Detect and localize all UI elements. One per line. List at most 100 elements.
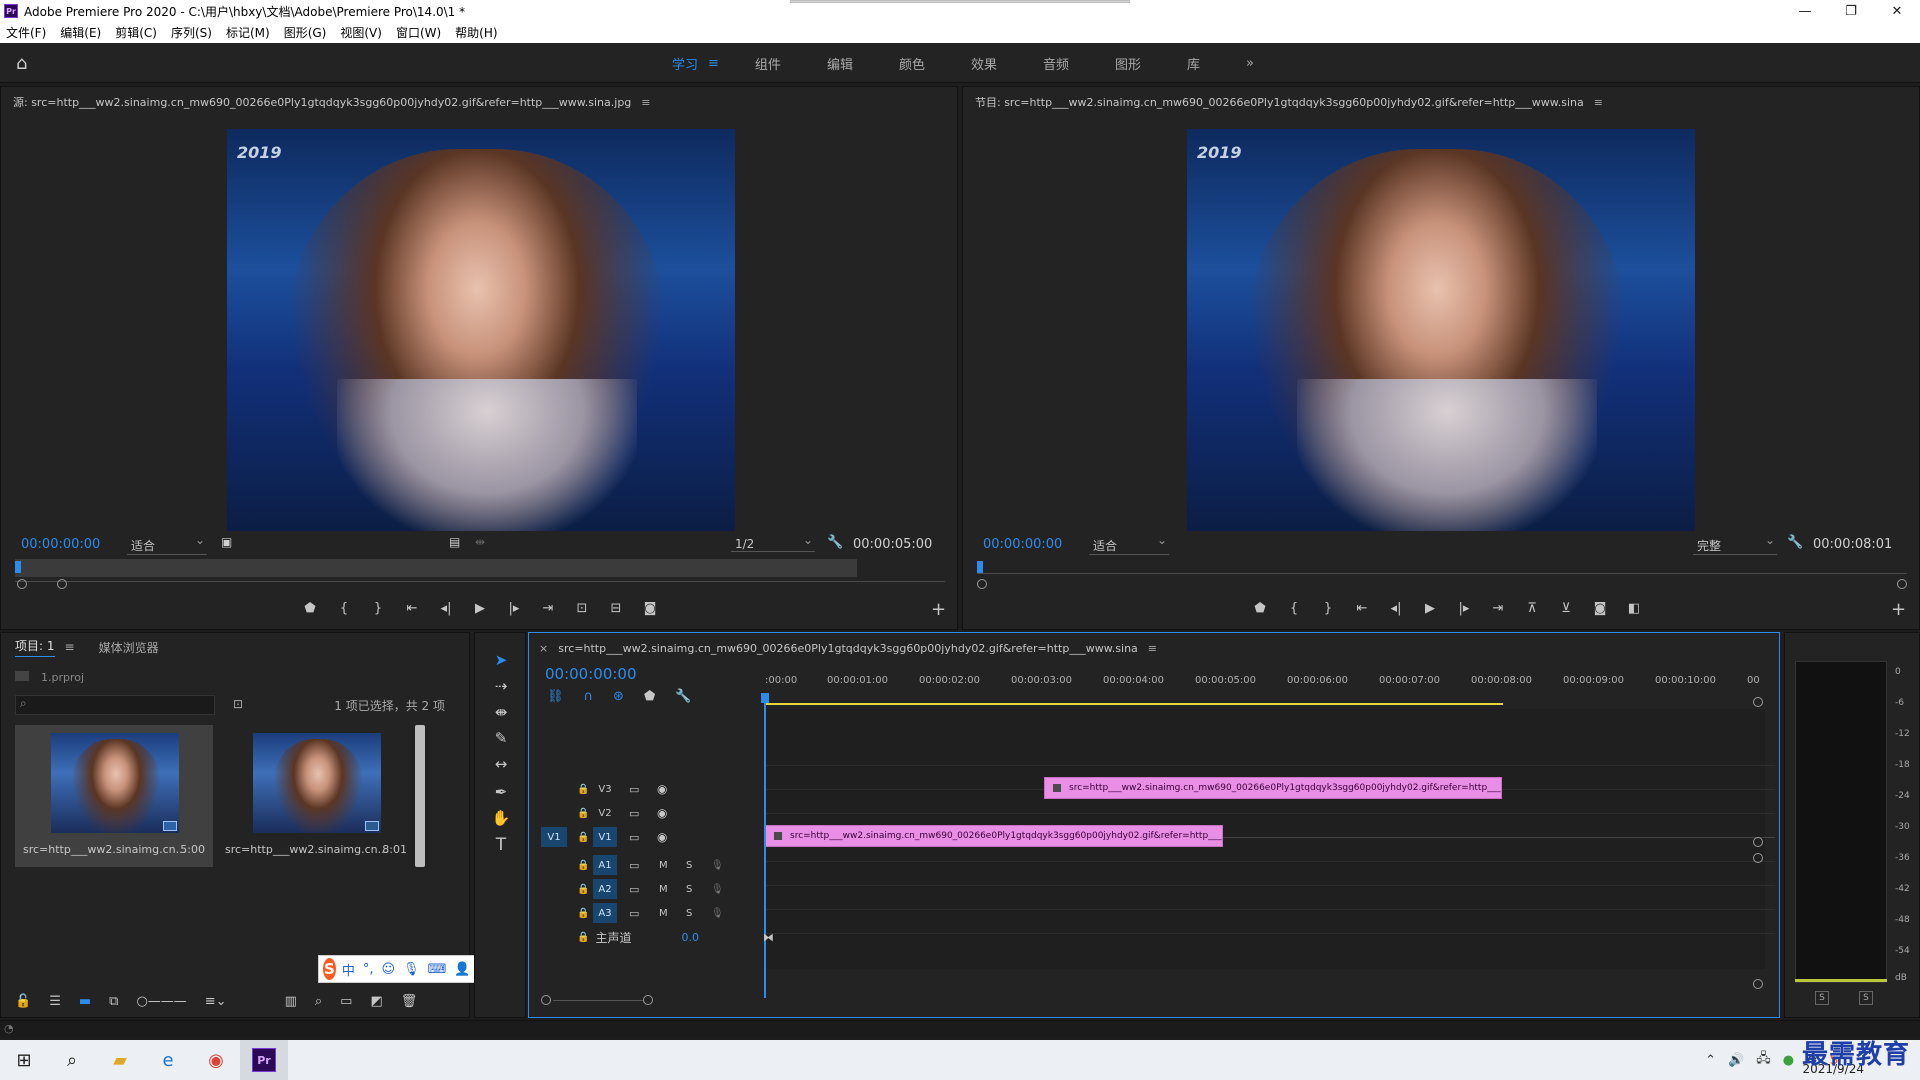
home-icon[interactable]: ⌂ <box>16 53 38 74</box>
lock-track-icon[interactable]: 🔒 <box>577 832 589 843</box>
track-select-tool-icon[interactable]: ⇢ <box>489 677 513 699</box>
slip-tool-icon[interactable]: ↔ <box>489 755 513 777</box>
type-tool-icon[interactable]: T <box>489 835 513 857</box>
ripple-edit-tool-icon[interactable]: ⇼ <box>489 703 513 725</box>
source-zoom-select[interactable]: 适合 <box>127 533 207 555</box>
safe-margins-icon[interactable]: ▣ <box>221 535 232 549</box>
mark-in-icon[interactable]: { <box>1287 601 1301 616</box>
freeform-view-icon[interactable]: ⧉ <box>109 994 118 1009</box>
workspace-tab-graphics[interactable]: 图形 <box>1115 54 1141 73</box>
sync-lock-icon[interactable]: ▭ <box>629 783 639 796</box>
maximize-button[interactable]: ❐ <box>1828 0 1874 22</box>
sync-lock-icon[interactable]: ▭ <box>629 807 639 820</box>
network-icon[interactable]: 🖧 <box>1756 1049 1771 1071</box>
sort-icon[interactable]: ≡⌄ <box>205 994 227 1009</box>
edge-browser-icon[interactable]: e <box>144 1040 192 1080</box>
close-button[interactable]: ✕ <box>1874 0 1920 22</box>
emoji-icon[interactable]: ☺ <box>381 962 395 977</box>
panel-menu-icon[interactable]: ≡ <box>1148 642 1157 655</box>
go-to-in-icon[interactable]: ⇤ <box>1355 601 1369 616</box>
track-name[interactable]: V3 <box>593 779 617 799</box>
step-forward-icon[interactable]: |▸ <box>507 601 521 616</box>
microphone-icon[interactable]: 🎙 <box>403 962 420 977</box>
program-playhead[interactable] <box>977 561 983 573</box>
source-time-ruler[interactable] <box>15 559 945 582</box>
go-to-out-icon[interactable]: ⇥ <box>541 601 555 616</box>
lock-track-icon[interactable]: 🔒 <box>577 908 589 919</box>
lift-icon[interactable]: ⊼ <box>1525 601 1539 616</box>
workspace-tab-editing[interactable]: 编辑 <box>827 54 853 73</box>
lock-track-icon[interactable]: 🔒 <box>577 784 589 795</box>
drag-audio-icon[interactable]: ⇹ <box>475 535 485 549</box>
selection-tool-icon[interactable]: ➤ <box>489 651 513 673</box>
source-patch-v1[interactable]: V1 <box>541 827 567 847</box>
timeline-timecode[interactable]: 00:00:00:00 <box>545 665 637 683</box>
menu-graphics[interactable]: 图形(G) <box>284 24 327 41</box>
file-explorer-icon[interactable]: ▰ <box>96 1040 144 1080</box>
chrome-browser-icon[interactable]: ◉ <box>192 1040 240 1080</box>
ime-mode-indicator[interactable]: 中 <box>342 960 355 979</box>
workspace-tab-libraries[interactable]: 库 <box>1187 54 1200 73</box>
sync-lock-icon[interactable]: ▭ <box>629 831 639 844</box>
voiceover-mic-icon[interactable]: 🎙 <box>711 860 724 871</box>
settings-wrench-icon[interactable]: 🔧 <box>1787 535 1803 550</box>
program-zoom-select[interactable]: 适合 <box>1089 533 1169 555</box>
source-timecode[interactable]: 00:00:00:00 <box>21 537 100 552</box>
solo-button[interactable]: S <box>686 908 692 919</box>
project-scrollbar[interactable] <box>415 725 425 867</box>
minimize-button[interactable]: — <box>1782 0 1828 22</box>
menu-view[interactable]: 视图(V) <box>340 24 382 41</box>
toggle-output-eye-icon[interactable]: ◉ <box>657 806 667 820</box>
lock-track-icon[interactable]: 🔒 <box>577 808 589 819</box>
project-item[interactable]: src=http___ww2.sinaimg.cn... 8:01 <box>217 725 415 867</box>
icon-view-icon[interactable]: ▬ <box>79 994 91 1009</box>
add-marker-icon[interactable]: ⬟ <box>1253 601 1267 616</box>
timeline-zoom-handle-left[interactable] <box>541 995 551 1005</box>
mute-button[interactable]: M <box>659 884 668 895</box>
button-editor-plus-icon[interactable]: + <box>1891 599 1906 620</box>
toggle-output-eye-icon[interactable]: ◉ <box>657 830 667 844</box>
timeline-zoom-track[interactable] <box>553 1000 643 1001</box>
sync-lock-icon[interactable]: ▭ <box>629 907 639 920</box>
button-editor-plus-icon[interactable]: + <box>931 599 946 620</box>
voiceover-mic-icon[interactable]: 🎙 <box>711 884 724 895</box>
timeline-ruler[interactable]: :00:00 00:00:01:00 00:00:02:00 00:00:03:… <box>765 675 1775 705</box>
play-icon[interactable]: ▶ <box>1423 601 1437 616</box>
menu-clip[interactable]: 剪辑(C) <box>115 24 157 41</box>
lock-track-icon[interactable]: 🔒 <box>577 884 589 895</box>
go-to-in-icon[interactable]: ⇤ <box>405 601 419 616</box>
lock-track-icon[interactable]: 🔒 <box>577 932 589 943</box>
workspace-tab-learning[interactable]: 学习 <box>672 54 698 73</box>
zoom-slider[interactable]: ○——— <box>136 994 186 1009</box>
toggle-output-eye-icon[interactable]: ◉ <box>657 782 667 796</box>
taskbar-search-icon[interactable]: ⌕ <box>48 1040 96 1080</box>
sogou-logo-icon[interactable]: S <box>323 958 336 980</box>
meter-solo-right-button[interactable]: S <box>1859 991 1873 1005</box>
menu-edit[interactable]: 编辑(E) <box>60 24 101 41</box>
play-icon[interactable]: ▶ <box>473 601 487 616</box>
premiere-taskbar-button[interactable]: Pr <box>240 1040 288 1080</box>
voiceover-mic-icon[interactable]: 🎙 <box>711 908 724 919</box>
timeline-vscroll-handle[interactable] <box>1753 979 1763 989</box>
timeline-playhead-handle[interactable] <box>761 693 769 703</box>
workspace-tab-assembly[interactable]: 组件 <box>755 54 781 73</box>
menu-help[interactable]: 帮助(H) <box>455 24 497 41</box>
master-track-expand-icon[interactable]: ⧓ <box>763 931 774 944</box>
solo-button[interactable]: S <box>686 860 692 871</box>
mark-out-icon[interactable]: } <box>371 601 385 616</box>
source-resolution-select[interactable]: 1/2 <box>731 533 815 552</box>
program-resolution-select[interactable]: 完整 <box>1693 533 1777 555</box>
workspace-tab-effects[interactable]: 效果 <box>971 54 997 73</box>
media-browser-tab[interactable]: 媒体浏览器 <box>99 639 159 656</box>
program-time-ruler[interactable] <box>977 559 1907 579</box>
track-area[interactable]: src=http___ww2.sinaimg.cn_mw690_00266e0P… <box>765 709 1775 969</box>
ime-punctuation-icon[interactable]: °, <box>363 962 374 977</box>
mark-out-icon[interactable]: } <box>1321 601 1335 616</box>
automate-to-sequence-icon[interactable]: ▥ <box>285 994 297 1009</box>
snap-magnet-icon[interactable]: ∩ <box>584 689 594 704</box>
project-tab[interactable]: 项目: 1 <box>15 637 55 657</box>
workspace-tab-color[interactable]: 颜色 <box>899 54 925 73</box>
settings-wrench-icon[interactable]: 🔧 <box>827 535 843 550</box>
hand-tool-icon[interactable]: ✋ <box>489 809 513 831</box>
panel-menu-icon[interactable]: ≡ <box>641 96 650 109</box>
